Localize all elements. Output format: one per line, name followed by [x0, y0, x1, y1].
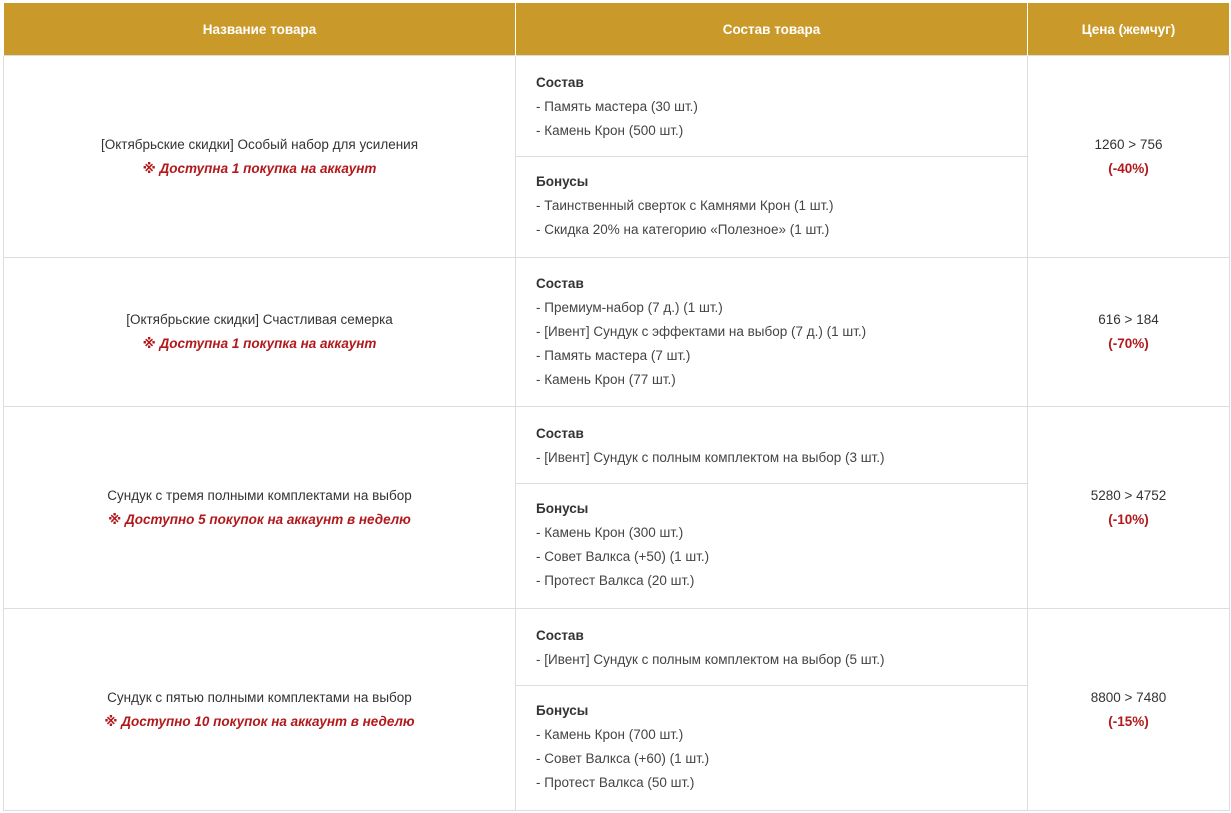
contents-section: Состав - Память мастера (30 шт.) - Камень … [516, 58, 1027, 156]
contents-section: Состав - Премиум-набор (7 д.) (1 шт.) - [И… [516, 259, 1027, 405]
table-row: [Октябрьские скидки] Счастливая семерка ※… [3, 257, 1230, 407]
list-item: - Протест Валкса (20 шт.) [536, 573, 695, 588]
header-price: Цена (жемчуг) [1027, 3, 1230, 56]
price-value: 5280 > 4752 [1090, 487, 1167, 503]
section-title: Состав [536, 75, 584, 90]
table-header-row: Название товара Состав товара Цена (жемч… [3, 3, 1230, 56]
list-item: - Совет Валкса (+50) (1 шт.) [536, 549, 710, 564]
contents-section: Состав - [Ивент] Сундук с полным комплект… [516, 611, 1027, 685]
list-item: - Скидка 20% на категорию «Полезное» (1 … [536, 222, 830, 237]
list-item: - Память мастера (30 шт.) [536, 99, 698, 114]
contents-section: Бонусы - Таинственный сверток с Камнями К… [516, 156, 1027, 255]
table-row: Сундук с пятью полными комплектами на вы… [3, 608, 1230, 811]
product-name-cell: [Октябрьские скидки] Особый набор для ус… [3, 55, 516, 258]
list-item: - [Ивент] Сундук с эффектами на выбор (7… [536, 324, 867, 339]
discount-badge: (-40%) [1108, 160, 1149, 176]
table-row: Сундук с тремя полными комплектами на вы… [3, 406, 1230, 609]
product-contents-cell: Состав - [Ивент] Сундук с полным комплект… [515, 608, 1028, 811]
purchase-limit-note: ※ Доступна 1 покупка на аккаунт [142, 336, 377, 351]
list-item: - [Ивент] Сундук с полным комплектом на … [536, 652, 885, 667]
product-name: [Октябрьские скидки] Счастливая семерка [126, 312, 393, 327]
discount-badge: (-70%) [1108, 336, 1149, 351]
product-contents-cell: Состав - Память мастера (30 шт.) - Камень … [515, 55, 1028, 258]
product-contents-cell: Состав - Премиум-набор (7 д.) (1 шт.) - [И… [515, 257, 1028, 407]
contents-section: Состав - [Ивент] Сундук с полным комплект… [516, 409, 1027, 483]
price-value: 1260 > 756 [1094, 136, 1163, 152]
product-name-cell: Сундук с тремя полными комплектами на вы… [3, 406, 516, 609]
section-title: Бонусы [536, 174, 589, 189]
purchase-limit-note: ※ Доступна 1 покупка на аккаунт [142, 160, 377, 176]
list-item: - Совет Валкса (+60) (1 шт.) [536, 751, 710, 766]
table-body: [Октябрьские скидки] Особый набор для ус… [3, 55, 1230, 811]
list-item: - [Ивент] Сундук с полным комплектом на … [536, 450, 885, 465]
header-name: Название товара [3, 3, 516, 56]
price-value: 616 > 184 [1098, 312, 1159, 327]
product-name: Сундук с тремя полными комплектами на вы… [107, 487, 412, 503]
product-table-container: Название товара Состав товара Цена (жемч… [3, 3, 1230, 811]
product-contents-cell: Состав - [Ивент] Сундук с полным комплект… [515, 406, 1028, 609]
price-cell: 5280 > 4752 (-10%) [1027, 406, 1230, 609]
contents-section: Бонусы - Камень Крон (300 шт.) - Совет Вал… [516, 483, 1027, 606]
purchase-limit-note: ※ Доступно 10 покупок на аккаунт в недел… [104, 713, 415, 729]
section-title: Состав [536, 426, 584, 441]
list-item: - Память мастера (7 шт.) [536, 348, 691, 363]
discount-badge: (-15%) [1108, 713, 1149, 729]
list-item: - Камень Крон (700 шт.) [536, 727, 684, 742]
header-contents: Состав товара [515, 3, 1028, 56]
list-item: - Камень Крон (77 шт.) [536, 372, 676, 387]
list-item: - Камень Крон (300 шт.) [536, 525, 684, 540]
price-cell: 8800 > 7480 (-15%) [1027, 608, 1230, 811]
product-table: Название товара Состав товара Цена (жемч… [3, 3, 1230, 811]
purchase-limit-note: ※ Доступно 5 покупок на аккаунт в неделю [108, 511, 411, 527]
contents-section: Бонусы - Камень Крон (700 шт.) - Совет Вал… [516, 685, 1027, 808]
price-value: 8800 > 7480 [1090, 689, 1167, 705]
product-name-cell: [Октябрьские скидки] Счастливая семерка ※… [3, 257, 516, 407]
product-name: [Октябрьские скидки] Особый набор для ус… [100, 136, 419, 152]
table-row: [Октябрьские скидки] Особый набор для ус… [3, 55, 1230, 258]
list-item: - Протест Валкса (50 шт.) [536, 775, 695, 790]
list-item: - Камень Крон (500 шт.) [536, 123, 684, 138]
price-cell: 616 > 184 (-70%) [1027, 257, 1230, 407]
discount-badge: (-10%) [1108, 511, 1149, 527]
section-title: Состав [536, 628, 584, 643]
product-name-cell: Сундук с пятью полными комплектами на вы… [3, 608, 516, 811]
product-name: Сундук с пятью полными комплектами на вы… [107, 689, 412, 705]
section-title: Состав [536, 276, 584, 291]
list-item: - Премиум-набор (7 д.) (1 шт.) [536, 300, 723, 315]
list-item: - Таинственный сверток с Камнями Крон (1… [536, 198, 834, 213]
section-title: Бонусы [536, 501, 589, 516]
price-cell: 1260 > 756 (-40%) [1027, 55, 1230, 258]
section-title: Бонусы [536, 703, 589, 718]
